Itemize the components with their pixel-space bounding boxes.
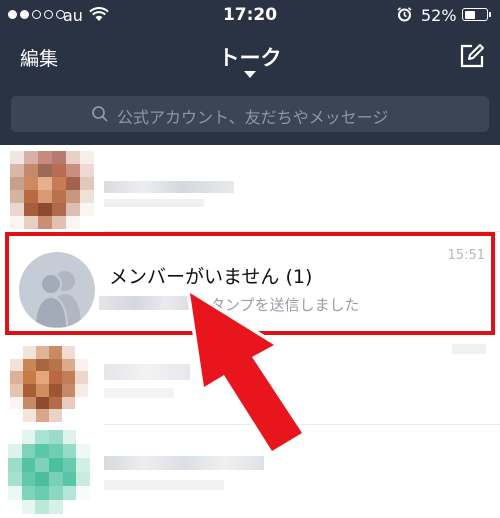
chat-list-item[interactable] — [0, 145, 500, 232]
arrow-annotation — [186, 289, 306, 455]
compose-icon[interactable] — [459, 43, 485, 69]
search-icon — [92, 106, 108, 122]
search-input[interactable]: 公式アカウント、友だちやメッセージ — [11, 96, 489, 132]
page-title[interactable]: トーク — [0, 42, 500, 72]
chat-preview-redacted — [104, 480, 224, 490]
avatar — [8, 430, 90, 514]
chat-preview-redacted — [104, 199, 204, 207]
chat-name-redacted — [104, 181, 234, 193]
status-bar: au 17:20 52% — [0, 0, 500, 32]
avatar-default-group-icon — [19, 252, 95, 328]
avatar — [10, 346, 88, 422]
battery-percent: 52% — [421, 6, 457, 25]
avatar — [10, 151, 94, 229]
search-placeholder: 公式アカウント、友だちやメッセージ — [117, 108, 389, 127]
battery-icon — [462, 8, 488, 21]
chat-preview-redacted — [104, 388, 174, 398]
alarm-icon — [397, 7, 412, 22]
chat-time: 15:51 — [447, 248, 485, 263]
chevron-down-icon[interactable] — [244, 71, 256, 78]
top-bar: au 17:20 52% 編集 トーク 公式アカウント、友だちやメッセージ — [0, 0, 500, 145]
chat-time-redacted — [452, 344, 486, 354]
